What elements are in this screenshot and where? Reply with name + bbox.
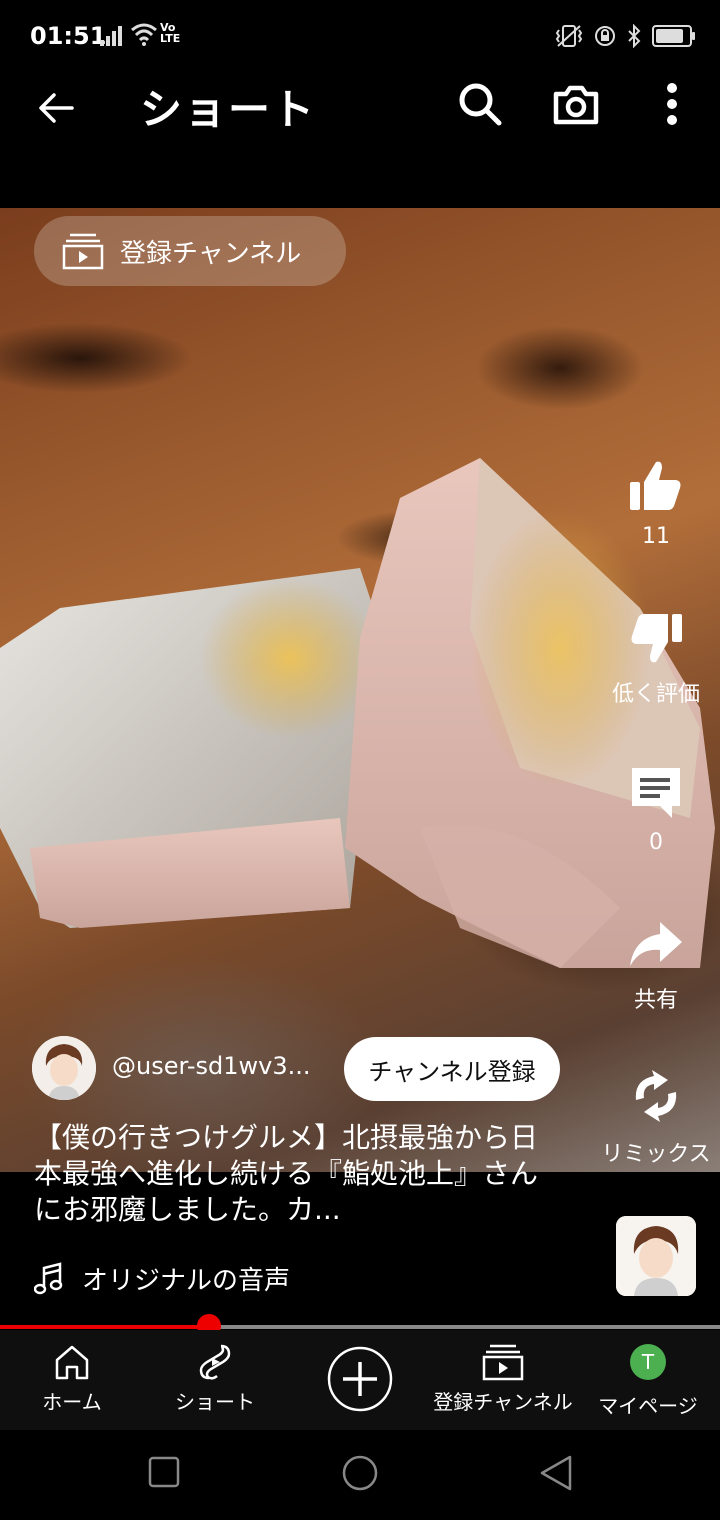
subscriptions-icon xyxy=(482,1344,524,1381)
nav-home[interactable]: ホーム xyxy=(22,1330,122,1430)
status-right-icons xyxy=(554,24,695,48)
home-icon xyxy=(55,1345,89,1380)
wifi-icon xyxy=(131,23,157,46)
signal-icon xyxy=(100,26,122,46)
channel-avatar[interactable] xyxy=(32,1036,96,1100)
sound-link[interactable]: オリジナルの音声 xyxy=(34,1260,290,1297)
progress-fill xyxy=(0,1325,209,1329)
remix-label: リミックス xyxy=(601,1142,711,1167)
back-arrow-icon[interactable] xyxy=(34,86,78,130)
sound-thumbnail[interactable] xyxy=(616,1216,696,1296)
battery-icon xyxy=(652,25,695,47)
video-progress-bar[interactable] xyxy=(0,1314,720,1338)
sound-label: オリジナルの音声 xyxy=(82,1266,291,1296)
status-bar: 01:51 Vo LTE xyxy=(0,0,720,72)
nav-mypage-label: マイページ xyxy=(598,1394,698,1418)
bottom-nav: ホーム ショート 登録チャンネル T マイページ xyxy=(0,1330,720,1430)
volte-label: Vo LTE xyxy=(160,21,181,45)
page-title: ショート xyxy=(140,85,317,134)
share-label: 共有 xyxy=(633,988,678,1013)
subscriptions-chip-label: 登録チャンネル xyxy=(120,238,302,269)
dislike-button[interactable]: 低く評価 xyxy=(600,610,712,708)
nav-shorts[interactable]: ショート xyxy=(160,1330,270,1430)
lock-rotation-icon xyxy=(595,26,615,46)
comment-button[interactable]: 0 xyxy=(600,764,712,855)
subscribe-button[interactable]: チャンネル登録 xyxy=(344,1037,560,1101)
nav-subscriptions-label: 登録チャンネル xyxy=(433,1390,573,1414)
comment-icon xyxy=(632,768,680,818)
subscriptions-icon xyxy=(62,233,104,270)
remix-icon xyxy=(635,1070,677,1122)
channel-handle[interactable]: @user-sd1wv3... xyxy=(112,1052,310,1080)
nav-home-label: ホーム xyxy=(42,1390,102,1414)
subscriptions-chip[interactable]: 登録チャンネル xyxy=(34,216,346,286)
create-plus-icon xyxy=(327,1346,393,1412)
share-button[interactable]: 共有 xyxy=(600,916,712,1014)
short-video[interactable]: 登録チャンネル 11 低く評価 0 共有 リミックス xyxy=(0,208,720,1172)
nav-shorts-label: ショート xyxy=(175,1390,255,1414)
channel-avatar-image xyxy=(32,1036,96,1100)
back-triangle-icon[interactable] xyxy=(538,1454,574,1492)
nav-create[interactable] xyxy=(326,1330,394,1430)
music-note-icon xyxy=(34,1261,63,1294)
nav-mypage[interactable]: T マイページ xyxy=(594,1330,702,1430)
like-button[interactable]: 11 xyxy=(600,458,712,549)
dislike-label: 低く評価 xyxy=(611,682,700,707)
home-circle-icon[interactable] xyxy=(341,1454,379,1492)
app-header: ショート xyxy=(0,72,720,208)
thumb-down-icon xyxy=(631,614,682,663)
status-time: 01:51 xyxy=(30,22,107,50)
video-description[interactable]: 【僕の行きつけグルメ】北摂最強から日本最強へ進化し続ける『鮨処池上』さんにお邪魔… xyxy=(34,1120,554,1228)
shorts-icon xyxy=(199,1344,231,1380)
system-nav-bar xyxy=(0,1430,720,1520)
more-vert-icon[interactable] xyxy=(650,80,694,128)
battery-fill xyxy=(656,29,684,43)
thumb-up-icon xyxy=(630,461,681,510)
bluetooth-icon xyxy=(628,24,641,48)
recents-square-icon[interactable] xyxy=(148,1456,180,1488)
share-icon xyxy=(630,922,682,966)
like-count: 11 xyxy=(642,524,670,549)
nav-subscriptions[interactable]: 登録チャンネル xyxy=(428,1330,578,1430)
avatar-icon: T xyxy=(630,1344,666,1380)
search-icon[interactable] xyxy=(456,80,504,128)
vibrate-icon xyxy=(555,25,583,47)
comment-count: 0 xyxy=(649,830,663,855)
sound-thumbnail-image xyxy=(616,1216,696,1296)
remix-button[interactable]: リミックス xyxy=(600,1066,712,1168)
camera-icon[interactable] xyxy=(552,80,600,128)
